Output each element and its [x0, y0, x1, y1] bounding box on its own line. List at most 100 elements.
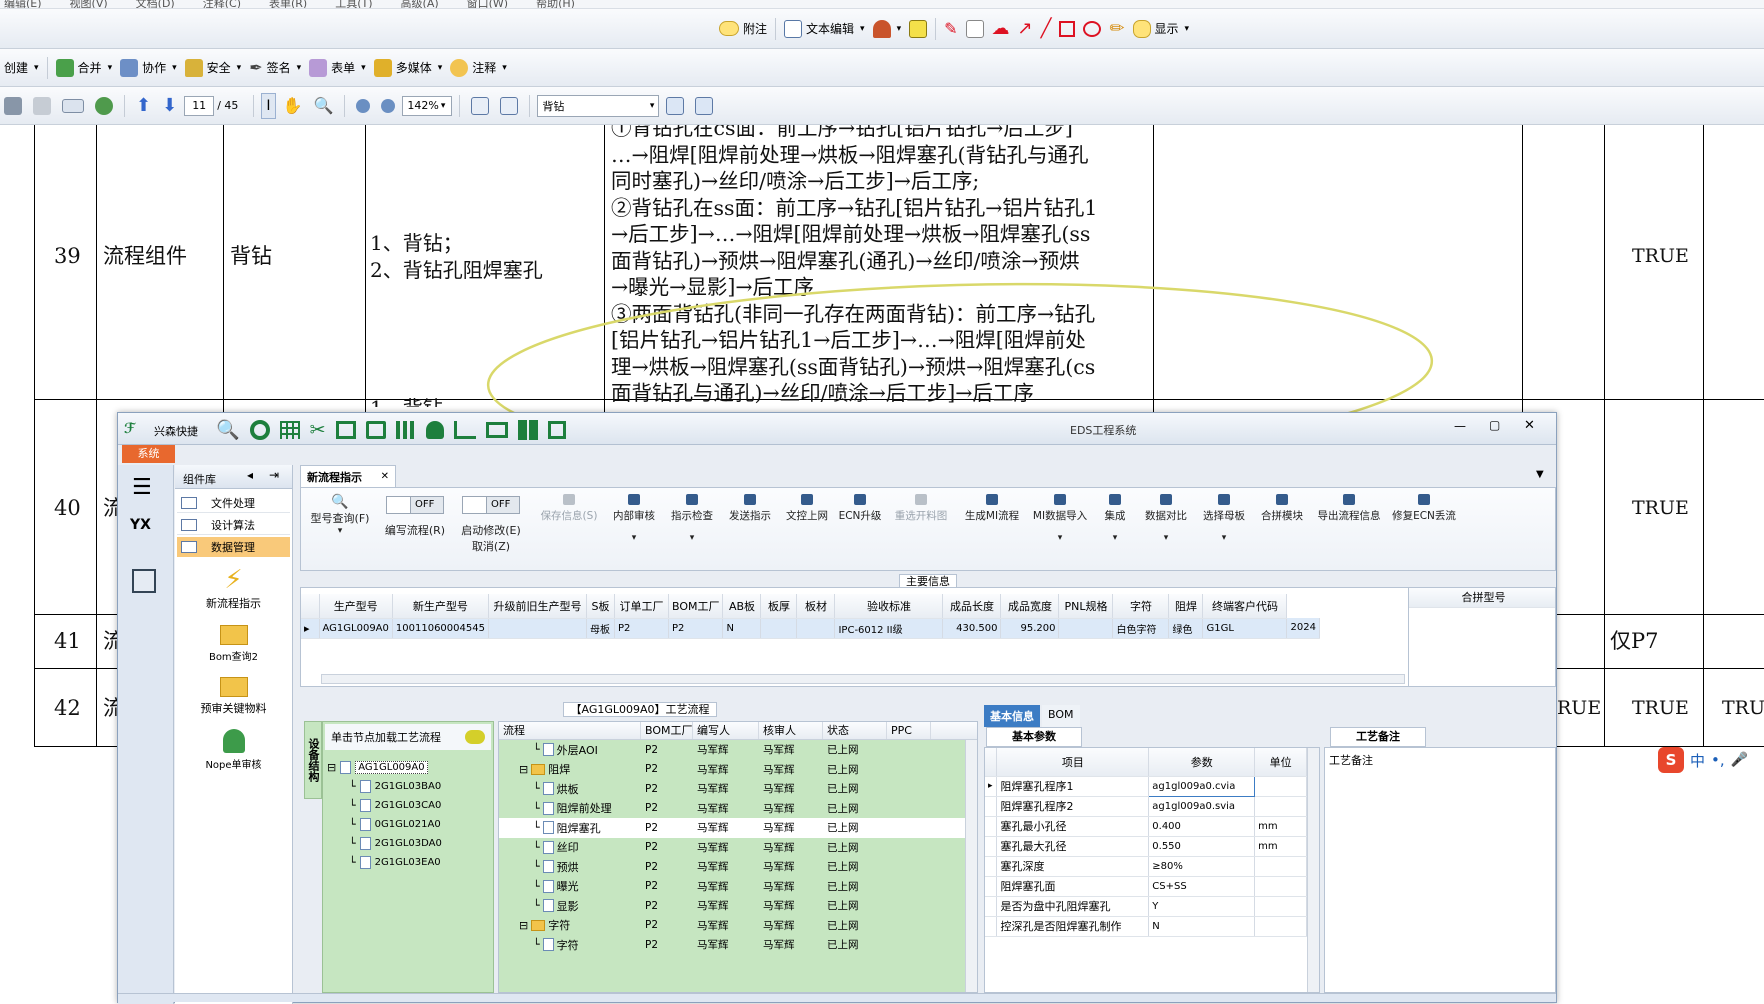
param-row[interactable]: 塞孔最小孔径 0.400 mm	[985, 816, 1307, 837]
bom-query-item[interactable]: Bom查询2	[175, 621, 292, 663]
ribbon-select-parent-button[interactable]: 选择母板 ▾	[1195, 494, 1253, 543]
param-row[interactable]: 塞孔最大孔径 0.550 mm	[985, 836, 1307, 857]
param-row[interactable]: 是否为盘中孔阻焊塞孔 Y	[985, 896, 1307, 917]
next-page-button[interactable]: ⬇	[158, 93, 181, 119]
merge-button[interactable]: 合并	[52, 55, 117, 81]
flow-row[interactable]: └ 显影 P2 马军辉 马军辉 已上网	[499, 896, 965, 916]
basic-info-tab[interactable]: 基本信息	[984, 705, 1040, 727]
ribbon-integrate-button[interactable]: 集成 ▾	[1093, 494, 1137, 543]
forms-button[interactable]: 表单	[305, 55, 370, 81]
nav-item-algo[interactable]: 设计算法	[177, 515, 290, 535]
flow-row[interactable]: └ 阻焊塞孔 P2 马军辉 马军辉 已上网	[499, 818, 965, 838]
refresh-button[interactable]	[91, 93, 117, 119]
ellipse-button[interactable]	[1079, 16, 1105, 42]
menu-item[interactable]: 文档(D)	[136, 0, 175, 8]
main-col-header[interactable]: 验收标准	[834, 594, 944, 619]
note-button[interactable]: 附注	[715, 16, 771, 42]
search-icon[interactable]: 🔍	[216, 418, 240, 441]
ribbon-gen-mi-button[interactable]: 生成MI流程	[957, 494, 1027, 543]
create-button[interactable]: 创建	[0, 55, 43, 81]
lifebuoy-icon[interactable]	[249, 419, 270, 440]
param-cell[interactable]: ag1gl009a0.cvia	[1148, 775, 1256, 797]
ribbon-ecn-upgrade-button[interactable]: ECN升级	[835, 494, 885, 543]
tab-dropdown-icon[interactable]: ▼	[1536, 469, 1544, 480]
main-grid-scrollbar[interactable]	[321, 674, 1405, 684]
main-col-header[interactable]: 板材	[796, 594, 836, 619]
tree-child[interactable]: └ 2G1GL03EA0	[327, 853, 489, 872]
param-cell[interactable]: ag1gl009a0.svia	[1148, 796, 1256, 817]
param-cell[interactable]: Y	[1148, 896, 1256, 917]
system-tab[interactable]: 系统	[122, 445, 175, 463]
collapse-icon[interactable]: ◂	[247, 468, 253, 482]
sign-button[interactable]: ✒ 签名	[245, 55, 305, 81]
flow-row[interactable]: ⊟ 字符 P2 马军辉 马军辉 已上网	[499, 916, 965, 936]
main-col-header[interactable]: 板厚	[760, 594, 798, 619]
save-button[interactable]	[29, 93, 55, 119]
new-flow-item[interactable]: ⚡ 新流程指示	[175, 565, 292, 611]
query-button[interactable]: 🔍 型号查询(F) ▾	[305, 494, 375, 536]
minimize-button[interactable]: —	[1454, 419, 1466, 433]
remark-tab[interactable]: 工艺备注	[1330, 727, 1426, 747]
maximize-button[interactable]: ▢	[1489, 418, 1500, 432]
select-tool-button[interactable]: I	[261, 92, 276, 119]
ribbon-upload-button[interactable]: 文控上网	[779, 494, 835, 543]
find-next-button[interactable]	[691, 93, 717, 119]
nav-item-file[interactable]: 文件处理	[177, 493, 290, 513]
flow-row[interactable]: ⊟ 阻焊 P2 马军辉 马军辉 已上网	[499, 760, 965, 780]
param-row[interactable]: ▸ 阻焊塞孔程序1 ag1gl009a0.cvia	[985, 775, 1307, 797]
flow-row[interactable]: └ 烘板 P2 马军辉 马军辉 已上网	[499, 779, 965, 799]
ribbon-reselect-button[interactable]: 重选开料图	[885, 494, 957, 543]
bom-tab[interactable]: BOM	[1042, 705, 1080, 727]
hamburger-icon[interactable]: ☰	[132, 475, 152, 500]
flow-col-header[interactable]: PPC	[887, 722, 931, 739]
pencil-button[interactable]: ✏	[1105, 16, 1128, 42]
flow-row[interactable]: └ 丝印 P2 马军辉 马军辉 已上网	[499, 838, 965, 858]
zoom-out-button[interactable]	[352, 93, 374, 119]
close-tab-icon[interactable]: ✕	[381, 471, 389, 482]
ribbon-internal-review-button[interactable]: 内部审核 ▾	[605, 494, 663, 543]
comment-button[interactable]: 注释	[446, 55, 511, 81]
param-scrollbar[interactable]	[1307, 748, 1319, 992]
zoom-in-button[interactable]	[377, 93, 399, 119]
param-cell[interactable]: 0.550	[1148, 836, 1256, 857]
text-edit-button[interactable]: 文本编辑	[780, 16, 869, 42]
prereview-item[interactable]: 预审关键物料	[175, 673, 292, 716]
cloud-button[interactable]: ☁	[988, 16, 1014, 42]
table-icon[interactable]	[279, 420, 300, 439]
start-modify-toggle[interactable]: OFF 启动修改(E) 取消(Z)	[457, 496, 525, 554]
highlight-button[interactable]	[905, 16, 931, 42]
collaborate-button[interactable]: 协作	[116, 55, 181, 81]
flow-col-header[interactable]: 状态	[823, 722, 887, 739]
device-structure-tab[interactable]: 设备结构	[304, 721, 322, 799]
nope-review-item[interactable]: Nope单审核	[175, 727, 292, 771]
main-col-header[interactable]: 新生产型号	[392, 594, 489, 619]
grid-icon[interactable]	[395, 420, 416, 439]
security-button[interactable]: 安全	[181, 55, 246, 81]
search-input[interactable]: 背钻	[537, 94, 660, 117]
new-flow-tab[interactable]: 新流程指示 ✕	[300, 465, 396, 487]
markup-button[interactable]: ✎	[940, 16, 961, 42]
ribbon-fix-ecn-button[interactable]: 修复ECN丢流	[1387, 494, 1461, 543]
param-cell[interactable]: N	[1148, 916, 1256, 937]
param-row[interactable]: 阻焊塞孔面 CS+SS	[985, 876, 1307, 897]
main-col-header[interactable]: 阻焊	[1168, 594, 1204, 619]
monitor-icon[interactable]	[485, 421, 508, 438]
tree-root[interactable]: ⊟ AG1GL009A0	[327, 758, 489, 777]
ribbon-compare-button[interactable]: 数据对比 ▾	[1137, 494, 1195, 543]
pin-icon[interactable]: ⇥	[269, 468, 279, 482]
pages-icon[interactable]	[547, 420, 566, 439]
textbox-button[interactable]	[962, 16, 988, 42]
main-col-header[interactable]: 字符	[1112, 594, 1170, 619]
main-col-header[interactable]: BOM工厂	[668, 594, 724, 619]
menu-item[interactable]: 视图(V)	[70, 0, 108, 8]
main-col-header[interactable]: AB板	[722, 594, 762, 619]
ribbon-mi-import-button[interactable]: MI数据导入 ▾	[1027, 494, 1093, 543]
main-col-header[interactable]: 订单工厂	[614, 594, 669, 619]
ribbon-send-guide-button[interactable]: 发送指示	[721, 494, 779, 543]
stamp-button[interactable]	[869, 16, 906, 42]
windows-icon[interactable]	[517, 419, 538, 440]
chart-icon[interactable]	[453, 420, 476, 439]
multimedia-button[interactable]: 多媒体	[370, 55, 447, 81]
flow-col-header[interactable]: BOM工厂	[641, 722, 693, 739]
flow-col-header[interactable]: 核审人	[759, 722, 823, 739]
